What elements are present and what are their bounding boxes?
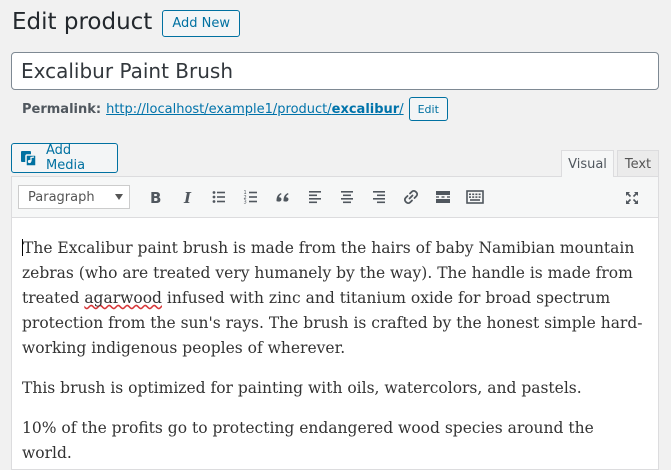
numbered-list-icon: 1 2 3	[244, 190, 257, 205]
italic-button[interactable]: I	[171, 182, 203, 212]
permalink-slug: excalibur	[331, 101, 400, 117]
add-media-button[interactable]: Add Media	[11, 143, 118, 173]
read-more-button[interactable]	[427, 182, 459, 212]
numbered-list-button[interactable]: 1 2 3	[235, 182, 267, 212]
add-new-button[interactable]: Add New	[162, 9, 240, 37]
bold-icon: B	[150, 189, 161, 205]
content-editor: Paragraph B I 1 2 3 The Excalibur paint …	[11, 176, 659, 470]
permalink-link[interactable]: http://localhost/example1/product/excali…	[106, 102, 404, 117]
permalink-url-suffix: /	[399, 101, 404, 117]
align-right-icon	[373, 191, 385, 204]
editor-toolbar: Paragraph B I 1 2 3	[12, 177, 658, 218]
align-center-icon	[341, 191, 353, 204]
tab-visual[interactable]: Visual	[561, 150, 614, 177]
fullscreen-icon	[626, 192, 638, 204]
align-left-button[interactable]	[299, 182, 331, 212]
align-center-button[interactable]	[331, 182, 363, 212]
chevron-down-icon	[115, 194, 123, 200]
align-right-button[interactable]	[363, 182, 395, 212]
align-left-icon	[309, 191, 321, 204]
read-more-icon	[436, 191, 450, 203]
tab-text[interactable]: Text	[617, 150, 659, 177]
italic-icon: I	[183, 189, 192, 205]
product-title-input[interactable]: Excalibur Paint Brush	[11, 52, 659, 90]
link-icon	[403, 189, 419, 205]
page-heading: Edit product Add New	[12, 8, 240, 37]
bulleted-list-button[interactable]	[203, 182, 235, 212]
toolbar-toggle-button[interactable]	[459, 182, 491, 212]
content-paragraph: 10% of the profits go to protecting enda…	[22, 419, 594, 462]
blockquote-button[interactable]	[267, 182, 299, 212]
page-title: Edit product	[12, 9, 153, 35]
fullscreen-button[interactable]	[616, 183, 648, 213]
media-icon	[20, 149, 38, 167]
svg-text:B: B	[150, 189, 161, 205]
content-paragraph: The Excalibur paint brush is made from t…	[22, 236, 648, 361]
keyboard-icon	[466, 190, 484, 204]
insert-link-button[interactable]	[395, 182, 427, 212]
misspelled-word: agarwood	[84, 289, 162, 307]
editor-content[interactable]: The Excalibur paint brush is made from t…	[12, 218, 658, 466]
svg-text:3: 3	[244, 200, 247, 205]
permalink-row: Permalink: http://localhost/example1/pro…	[22, 96, 448, 122]
permalink-label: Permalink:	[22, 101, 102, 117]
bulleted-list-icon	[212, 191, 225, 203]
svg-text:I: I	[183, 189, 192, 205]
format-select-value: Paragraph	[28, 189, 95, 205]
permalink-url-prefix: http://localhost/example1/product/	[106, 101, 332, 117]
format-select[interactable]: Paragraph	[18, 185, 130, 209]
content-paragraph: This brush is optimized for painting wit…	[22, 379, 582, 397]
add-media-label: Add Media	[46, 143, 86, 173]
bold-button[interactable]: B	[139, 182, 171, 212]
edit-permalink-button[interactable]: Edit	[408, 97, 448, 121]
blockquote-icon	[276, 193, 289, 202]
